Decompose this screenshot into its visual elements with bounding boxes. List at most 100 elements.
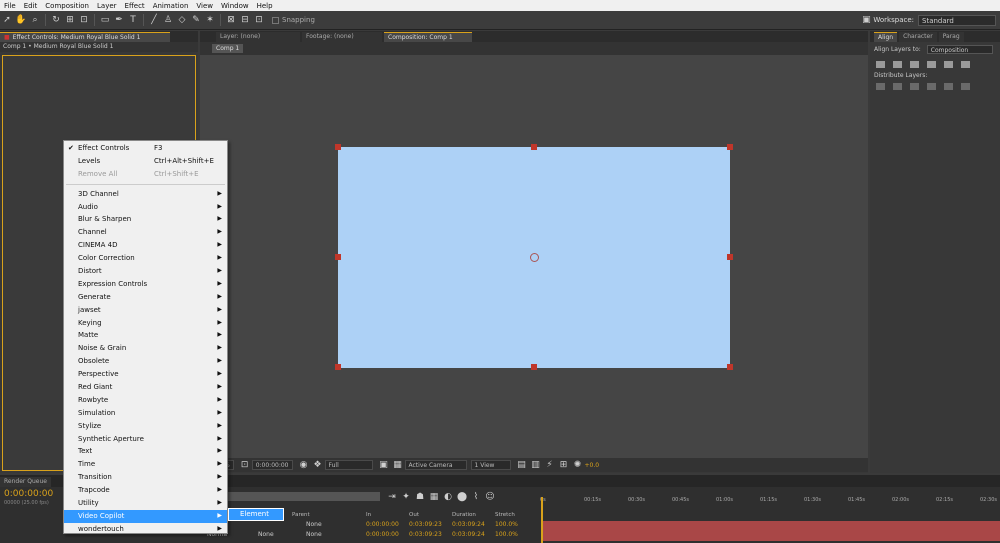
menu-item-category[interactable]: Keying ▶ — [64, 317, 227, 330]
menu-item-category[interactable]: Red Giant ▶ — [64, 381, 227, 394]
time-ruler[interactable]: 0s 00:15s 00:30s 00:45s 01:00s 01:15s 01… — [540, 497, 1000, 509]
distribute-top-icon[interactable] — [876, 83, 885, 90]
transform-handle[interactable] — [727, 254, 733, 260]
resolution-dropdown[interactable]: Full — [324, 460, 373, 470]
snapping-toggle[interactable]: Snapping — [272, 16, 315, 24]
menu-item-category[interactable]: Stylize ▶ — [64, 420, 227, 433]
submenu-item-element[interactable]: Element — [228, 508, 284, 521]
menu-item-category[interactable]: Rowbyte ▶ — [64, 394, 227, 407]
eraser-tool-icon[interactable]: ◇ — [176, 14, 188, 26]
shy-icon[interactable]: ☗ — [414, 491, 426, 503]
snapping-checkbox[interactable] — [272, 16, 279, 24]
menu-item-levels[interactable]: Levels Ctrl+Alt+Shift+E — [64, 155, 227, 168]
camera-dropdown[interactable]: Active Camera — [404, 460, 467, 470]
workspace-dropdown[interactable]: Standard — [918, 14, 996, 26]
menu-item-category[interactable]: Noise & Grain ▶ — [64, 342, 227, 355]
transparency-grid-icon[interactable]: ▦ — [392, 459, 404, 471]
menu-file[interactable]: File — [0, 2, 20, 10]
menu-item-category[interactable]: Blur & Sharpen ▶ — [64, 213, 227, 226]
menu-item-category[interactable]: Matte ▶ — [64, 329, 227, 342]
brainstorm-icon[interactable]: ⬤ — [456, 491, 468, 503]
align-right-icon[interactable] — [910, 61, 919, 68]
in-value[interactable]: 0:00:00:00 — [366, 521, 409, 531]
menu-item-category[interactable]: Time ▶ — [64, 458, 227, 471]
menu-item-category[interactable]: Obsolete ▶ — [64, 355, 227, 368]
puppet-tool-icon[interactable]: ✶ — [204, 14, 216, 26]
menu-item-category[interactable]: Video Copilot ▶ — [64, 509, 227, 523]
menu-item-category[interactable]: Distort ▶ — [64, 265, 227, 278]
graph-editor-icon[interactable]: ⌇ — [470, 491, 482, 503]
menu-item-category[interactable]: jawset ▶ — [64, 304, 227, 317]
transform-handle[interactable] — [335, 364, 341, 370]
current-time-field[interactable]: 0:00:00:00 — [251, 460, 293, 470]
rotation-tool-icon[interactable]: ↻ — [50, 14, 62, 26]
menu-item-category[interactable]: Perspective ▶ — [64, 368, 227, 381]
stretch-value[interactable]: 100.0% — [495, 521, 518, 531]
live-update-icon[interactable]: ⇥ — [386, 491, 398, 503]
menu-animation[interactable]: Animation — [149, 2, 193, 10]
fast-preview-icon[interactable]: ⚡ — [544, 459, 556, 471]
in-value[interactable]: 0:00:00:00 — [366, 531, 409, 541]
axis-world-icon[interactable]: ⊟ — [239, 14, 251, 26]
out-value[interactable]: 0:03:09:23 — [409, 531, 452, 541]
safe-margins-icon[interactable]: ⊡ — [239, 459, 251, 471]
timeline-timecode[interactable]: 0:00:00:00 — [4, 489, 53, 499]
type-tool-icon[interactable]: T — [127, 14, 139, 26]
distribute-bottom-icon[interactable] — [910, 83, 919, 90]
transform-handle[interactable] — [335, 254, 341, 260]
channel-icon[interactable]: ❖ — [312, 459, 324, 471]
views-dropdown[interactable]: 1 View — [470, 460, 511, 470]
menu-item-effect-controls[interactable]: ✔ Effect Controls F3 — [64, 142, 227, 155]
tab-paragraph[interactable]: Parag — [938, 32, 964, 42]
menu-item-category[interactable]: 3D Channel ▶ — [64, 188, 227, 201]
menu-item-category[interactable]: Text ▶ — [64, 445, 227, 458]
distribute-left-icon[interactable] — [927, 83, 936, 90]
align-left-icon[interactable] — [876, 61, 885, 68]
stretch-value[interactable]: 100.0% — [495, 531, 518, 541]
menu-item-category[interactable]: Simulation ▶ — [64, 407, 227, 420]
menu-item-category[interactable]: Generate ▶ — [64, 291, 227, 304]
menu-item-category[interactable]: Expression Controls ▶ — [64, 278, 227, 291]
snapshot-icon[interactable]: ◉ — [298, 459, 310, 471]
menu-layer[interactable]: Layer — [93, 2, 121, 10]
auto-keyframe-icon[interactable]: ☺ — [484, 491, 496, 503]
duration-value[interactable]: 0:03:09:24 — [452, 521, 495, 531]
selection-tool-icon[interactable]: ➚ — [1, 14, 13, 26]
tab-character[interactable]: Character — [899, 32, 937, 42]
camera-tool-icon[interactable]: ⊞ — [64, 14, 76, 26]
menu-composition[interactable]: Composition — [41, 2, 93, 10]
close-icon[interactable]: ■ — [4, 34, 10, 41]
menu-item-category[interactable]: Channel ▶ — [64, 226, 227, 239]
draft-3d-icon[interactable]: ✦ — [400, 491, 412, 503]
menu-item-category[interactable]: CINEMA 4D ▶ — [64, 239, 227, 252]
frame-blending-icon[interactable]: ▦ — [428, 491, 440, 503]
pixel-aspect-icon[interactable]: ▥ — [530, 459, 542, 471]
menu-item-category[interactable]: wondertouch ▶ — [64, 523, 227, 536]
parent-dropdown[interactable]: None — [292, 521, 366, 531]
layer-bar[interactable] — [543, 531, 1000, 541]
clone-tool-icon[interactable]: ♙ — [162, 14, 174, 26]
menu-window[interactable]: Window — [217, 2, 253, 10]
tab-align[interactable]: Align — [874, 32, 898, 42]
layer-bar[interactable] — [543, 521, 1000, 531]
out-value[interactable]: 0:03:09:23 — [409, 521, 452, 531]
trackmatte-dropdown[interactable]: None — [232, 531, 292, 541]
distribute-right-icon[interactable] — [961, 83, 970, 90]
menu-item-category[interactable]: Utility ▶ — [64, 497, 227, 510]
exposure-icon[interactable]: ✺ — [572, 459, 584, 471]
transform-handle[interactable] — [531, 144, 537, 150]
transform-handle[interactable] — [335, 144, 341, 150]
pen-tool-icon[interactable]: ✒ — [113, 14, 125, 26]
exposure-value[interactable]: +0.0 — [585, 462, 600, 469]
distribute-vcenter-icon[interactable] — [893, 83, 902, 90]
transform-handle[interactable] — [727, 144, 733, 150]
zoom-tool-icon[interactable]: ⌕ — [29, 14, 41, 26]
menu-effect[interactable]: Effect — [121, 2, 149, 10]
align-bottom-icon[interactable] — [961, 61, 970, 68]
region-of-interest-icon[interactable]: ▣ — [378, 459, 390, 471]
align-hcenter-icon[interactable] — [893, 61, 902, 68]
menu-help[interactable]: Help — [253, 2, 277, 10]
hand-tool-icon[interactable]: ✋ — [15, 14, 27, 26]
menu-item-category[interactable]: Audio ▶ — [64, 201, 227, 214]
flowchart-icon[interactable]: ⊞ — [558, 459, 570, 471]
